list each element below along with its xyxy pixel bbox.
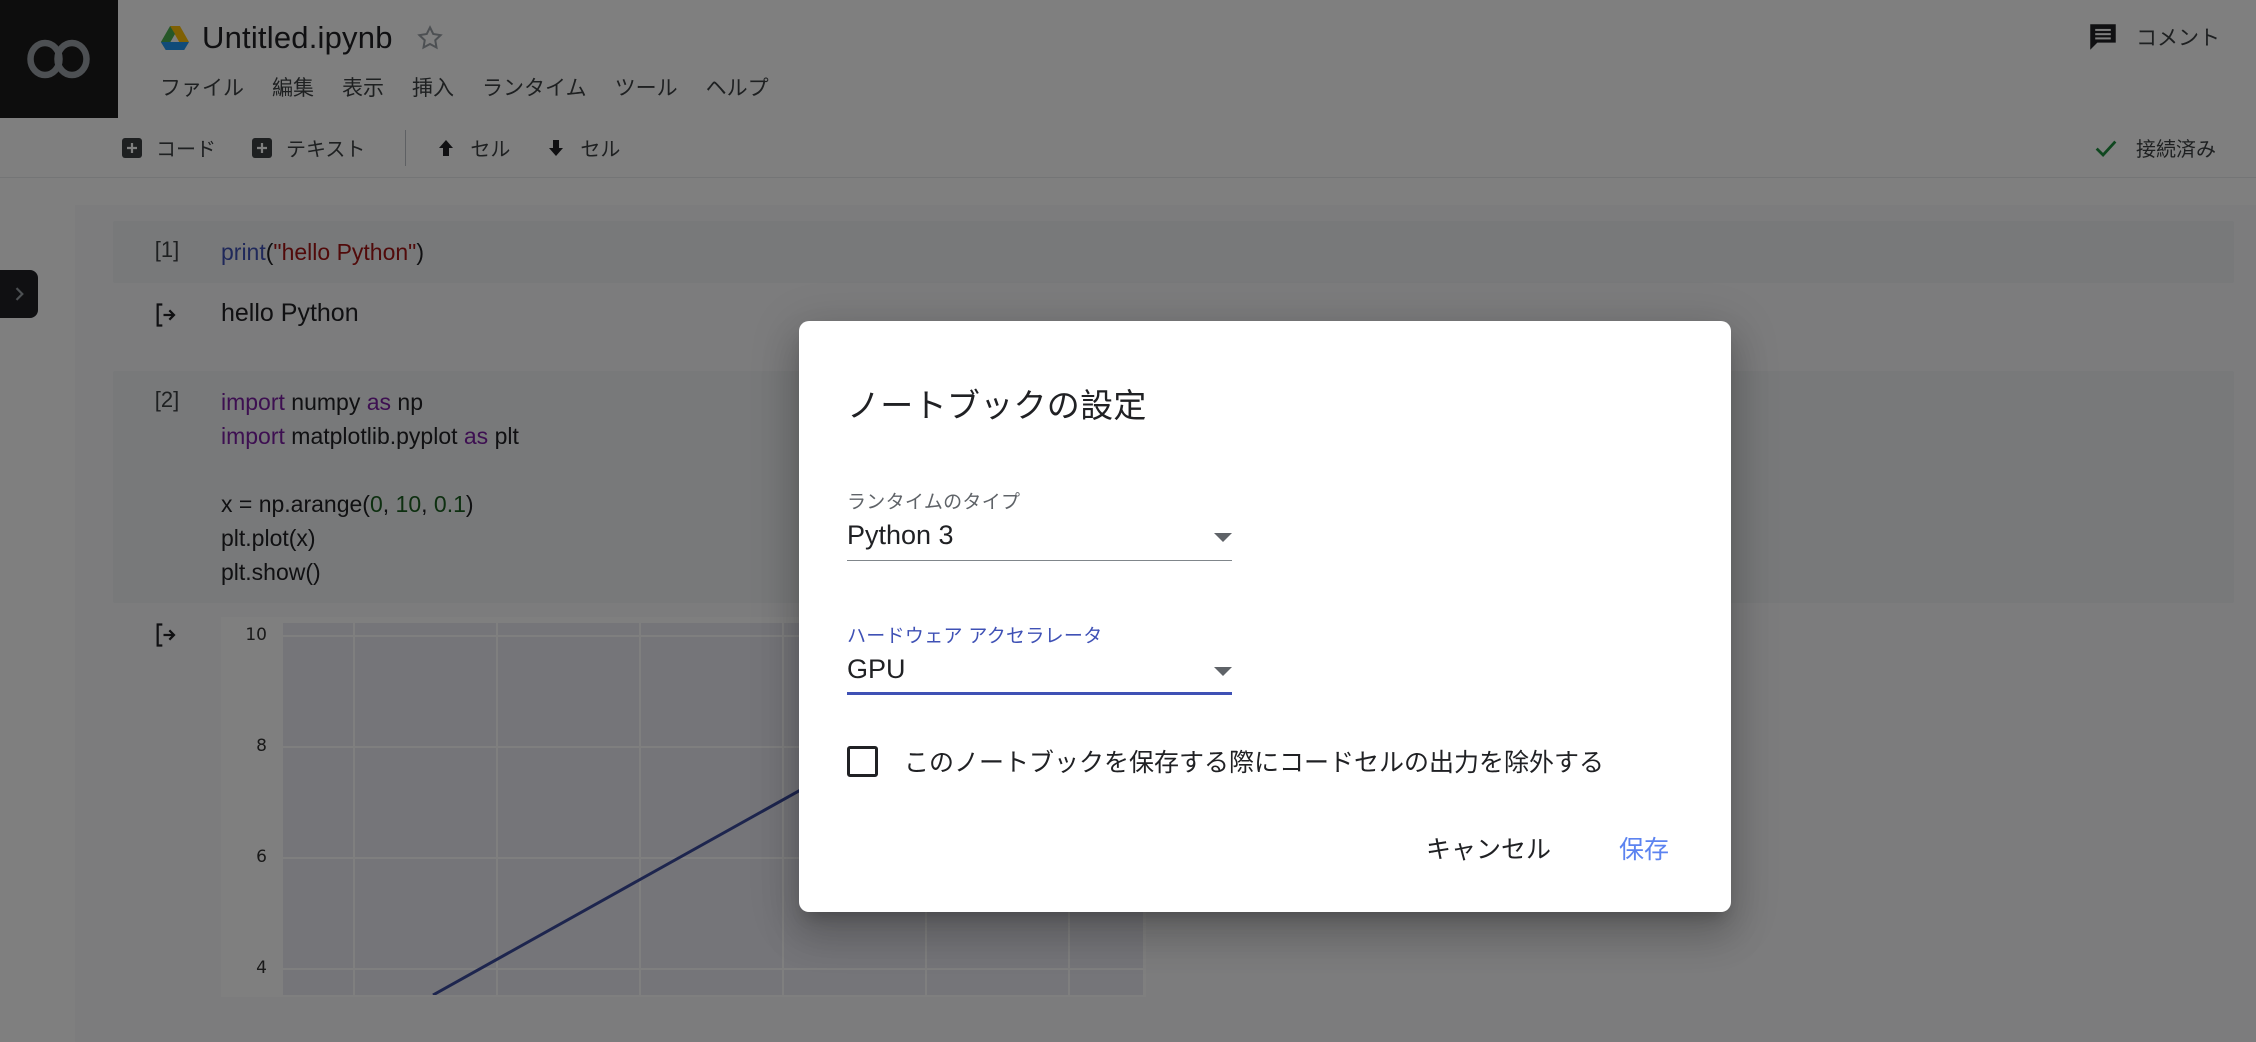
chevron-down-icon — [1214, 667, 1232, 676]
notebook-settings-dialog: ノートブックの設定 ランタイムのタイプ Python 3 ハードウェア アクセラ… — [799, 321, 1731, 912]
runtime-type-label: ランタイムのタイプ — [847, 492, 1021, 513]
save-button[interactable]: 保存 — [1597, 816, 1691, 880]
runtime-type-value: Python 3 — [847, 520, 954, 550]
omit-output-checkbox-row[interactable]: このノートブックを保存する際にコードセルの出力を除外する — [847, 743, 1683, 779]
hardware-accelerator-select[interactable]: GPU — [847, 654, 1232, 695]
hardware-accelerator-value: GPU — [847, 654, 906, 684]
dialog-title: ノートブックの設定 — [847, 387, 1147, 424]
omit-output-checkbox[interactable] — [847, 745, 878, 777]
hardware-accelerator-field: ハードウェア アクセラレータ GPU — [847, 621, 1683, 695]
cancel-button[interactable]: キャンセル — [1404, 816, 1573, 880]
runtime-type-field: ランタイムのタイプ Python 3 — [847, 487, 1683, 561]
omit-output-label: このノートブックを保存する際にコードセルの出力を除外する — [904, 749, 1605, 777]
dialog-actions: キャンセル 保存 — [1404, 816, 1691, 880]
runtime-type-select[interactable]: Python 3 — [847, 520, 1232, 561]
hardware-accelerator-label: ハードウェア アクセラレータ — [847, 626, 1103, 647]
chevron-down-icon — [1214, 533, 1232, 542]
colab-notebook-settings-screen: Untitled.ipynb ファイル 編集 表示 挿入 ランタイム ツール ヘ… — [0, 0, 2256, 1042]
